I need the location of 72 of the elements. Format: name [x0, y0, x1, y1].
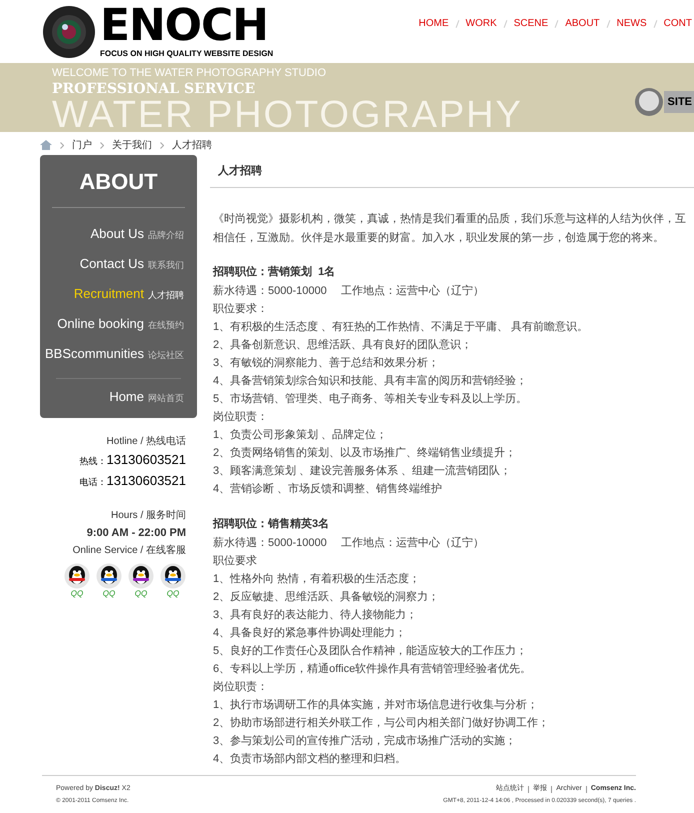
- job-title: 招聘职位：营销策划 1名: [213, 264, 336, 280]
- logo-tagline: FOCUS ON HIGH QUALITY WEBSITE DESIGN: [100, 48, 274, 60]
- intro-text: 《时尚视觉》摄影机构，微笑，真诚，热情是我们看重的品质，我们乐意与这样的人结为伙伴，互相信任，互激励。伙伴是水最重要的财富。加入水，职业发展的第一步，创造属于您的将来。: [213, 212, 687, 246]
- sidebar-menu-item[interactable]: Online booking 在线预约: [57, 314, 184, 335]
- qq-label: QQ: [102, 588, 116, 598]
- breadcrumb-link[interactable]: 门户: [72, 138, 92, 152]
- sidebar-menu-item[interactable]: Recruitment 人才招聘: [74, 284, 184, 305]
- sphere-icon: [634, 87, 664, 117]
- duty-text: 4、负责市场部内部文档的整理和归档。: [213, 752, 408, 767]
- qq-label: QQ: [134, 588, 148, 598]
- duties-label: 岗位职责：: [213, 680, 269, 695]
- service-label: Online Service / 在线客服: [72, 544, 186, 558]
- duty-text: 2、协助市场部进行相关外联工作，与公司内相关部门做好协调工作；: [213, 716, 550, 731]
- duty-text: 2、负责网络销售的策划、以及市场推广、终端销售业绩提升；: [213, 446, 518, 461]
- job-salary: 薪水待遇：5000-10000 工作地点：运营中心（辽宁）: [213, 284, 485, 299]
- requirement-text: 5、市场营销、管理类、电子商务、等相关专业专科及以上学历。: [213, 392, 528, 407]
- phone-label: 热线：: [79, 455, 106, 468]
- duty-text: 3、顾客满意策划 、建设完善服务体系 、组建一流营销团队；: [213, 464, 512, 479]
- content-title: 人才招聘: [218, 165, 262, 177]
- duty-text: 4、营销诊断 、市场反馈和调整、销售终端维护: [213, 482, 444, 497]
- sidebar-title: ABOUT: [78, 169, 159, 195]
- hours-label: Hours / 服务时间: [110, 508, 186, 523]
- sidebar-menu-item[interactable]: About Us 品牌介绍: [90, 224, 184, 245]
- duty-text: 1、负责公司形象策划 、品牌定位；: [213, 428, 388, 443]
- camera-lens-icon: [42, 4, 96, 58]
- sidebar-home-link[interactable]: Home 网站首页: [109, 387, 184, 406]
- breadcrumb-link[interactable]: 人才招聘: [172, 138, 212, 152]
- chevron-icon: [160, 142, 164, 148]
- nav-link[interactable]: WORK: [466, 16, 497, 31]
- sidebar-menu-item[interactable]: BBScommunities 论坛社区: [45, 344, 184, 365]
- banner-headline: PROFESSIONAL SERVICE: [52, 80, 256, 98]
- phone-number: 13130603521: [106, 472, 186, 490]
- chevron-icon: [100, 142, 104, 148]
- sidebar-menu-item[interactable]: Contact Us 联系我们: [80, 254, 184, 275]
- requirement-text: 2、反应敏捷、思维活跃、具备敏锐的洞察力；: [213, 590, 440, 605]
- breadcrumb-link[interactable]: 关于我们: [112, 138, 152, 152]
- nav-link[interactable]: HOME: [418, 16, 449, 31]
- banner-title: WATER PHOTOGRAPHY: [52, 98, 523, 132]
- nav-link[interactable]: NEWS: [616, 16, 647, 31]
- logo-text: ENOCH: [100, 4, 268, 48]
- phone-label: 电话：: [79, 476, 106, 488]
- requirement-text: 2、具备创新意识、思维活跃、具有良好的团队意识；: [213, 338, 474, 353]
- nav-link[interactable]: CONT: [664, 16, 692, 31]
- requirement-text: 4、具备营销策划综合知识和技能、具有丰富的阅历和营销经验；: [213, 374, 528, 389]
- requirement-text: 1、性格外向 热情，有着积极的生活态度；: [213, 572, 422, 587]
- hours-value: 9:00 AM - 22:00 PM: [86, 526, 186, 541]
- qq-label: QQ: [70, 588, 84, 598]
- qq-label: QQ: [166, 588, 180, 598]
- job-salary: 薪水待遇：5000-10000 工作地点：运营中心（辽宁）: [213, 536, 485, 551]
- nav-link[interactable]: ABOUT: [565, 16, 600, 31]
- nav-link[interactable]: SCENE: [514, 16, 548, 31]
- requirement-text: 3、有敏锐的洞察能力、善于总结和效果分析；: [213, 356, 440, 371]
- job-title: 招聘职位：销售精英3名: [213, 516, 330, 532]
- requirement-text: 1、有积极的生活态度 、有狂热的工作热情、不满足于平庸、 具有前瞻意识。: [213, 320, 590, 335]
- phone-number: 13130603521: [106, 451, 186, 469]
- requirement-text: 6、专科以上学历，精通office软件操作具有营销管理经验者优先。: [213, 662, 532, 677]
- requirement-text: 3、具有良好的表达能力、待人接物能力；: [213, 608, 418, 623]
- hotline-label: Hotline / 热线电话: [106, 434, 186, 449]
- penguin-icon[interactable]: [96, 562, 122, 588]
- requirement-text: 4、具备良好的紧急事件协调处理能力；: [213, 626, 408, 641]
- duty-text: 1、执行市场调研工作的具体实施，并对市场信息进行收集与分析；: [213, 698, 540, 713]
- requirements-label: 职位要求：: [213, 302, 269, 317]
- duty-text: 3、参与策划公司的宣传推广活动，完成市场推广活动的实施；: [213, 734, 518, 749]
- requirement-text: 5、良好的工作责任心及团队合作精神，能适应较大的工作压力；: [213, 644, 528, 659]
- penguin-icon[interactable]: [128, 562, 154, 588]
- duties-label: 岗位职责：: [213, 410, 269, 425]
- banner-welcome: WELCOME TO THE WATER PHOTOGRAPHY STUDIO: [52, 67, 328, 80]
- penguin-icon[interactable]: [160, 562, 186, 588]
- requirements-label: 职位要求: [213, 554, 258, 569]
- site-button[interactable]: SITE: [664, 90, 694, 114]
- chevron-icon: [60, 142, 64, 148]
- penguin-icon[interactable]: [64, 562, 90, 588]
